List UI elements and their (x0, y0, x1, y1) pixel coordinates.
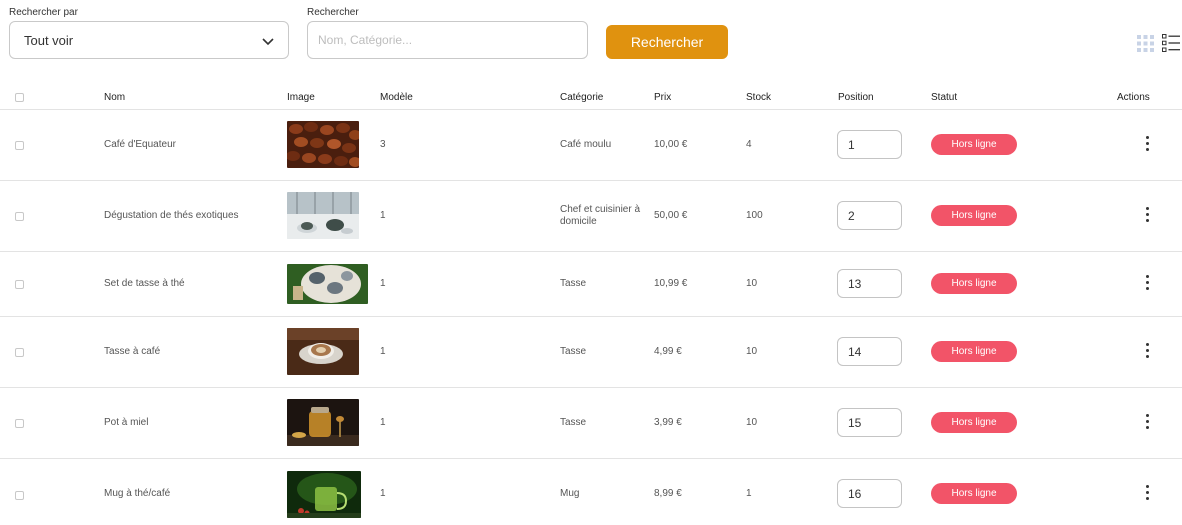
product-price: 8,99 € (654, 488, 682, 499)
product-name: Pot à miel (104, 417, 149, 428)
product-category: Tasse (560, 417, 587, 428)
product-price: 4,99 € (654, 346, 682, 357)
status-badge[interactable]: Hors ligne (931, 205, 1017, 226)
table-row[interactable]: Pot à miel 1 Tasse 3,99 € 10 Hors ligne (0, 388, 1182, 459)
search-button[interactable]: Rechercher (606, 25, 728, 59)
product-price: 50,00 € (654, 210, 688, 221)
kebab-menu-icon[interactable] (1140, 207, 1154, 225)
product-stock: 4 (746, 139, 752, 150)
product-stock: 10 (746, 278, 758, 289)
tea-mug-photo (287, 471, 361, 518)
search-by-select[interactable]: Tout voir (9, 21, 289, 59)
kebab-menu-icon[interactable] (1140, 136, 1154, 154)
product-model: 1 (380, 210, 386, 221)
product-category: Tasse (560, 346, 587, 357)
row-checkbox[interactable] (15, 212, 24, 221)
status-badge[interactable]: Hors ligne (931, 483, 1017, 504)
honey-pot-photo (287, 399, 359, 446)
table-header: Nom Image Modèle Catégorie Prix Stock Po… (0, 83, 1182, 110)
position-input[interactable] (837, 479, 902, 508)
product-category: Chef et cuisinier à domicile (560, 204, 641, 227)
status-badge[interactable]: Hors ligne (931, 273, 1017, 294)
row-checkbox[interactable] (15, 419, 24, 428)
filter-bar: Rechercher par Tout voir Rechercher Rech… (0, 0, 1182, 70)
list-view-icon[interactable] (1162, 34, 1180, 52)
position-input[interactable] (837, 337, 902, 366)
row-checkbox[interactable] (15, 491, 24, 500)
product-category: Mug (560, 488, 580, 499)
row-checkbox[interactable] (15, 280, 24, 289)
product-model: 1 (380, 417, 386, 428)
select-all-checkbox[interactable] (15, 93, 24, 102)
product-stock: 10 (746, 346, 758, 357)
grid-view-icon[interactable] (1137, 35, 1154, 52)
product-category: Café moulu (560, 139, 612, 150)
header-stock: Stock (746, 92, 772, 103)
tea-cup-set-photo (287, 264, 368, 304)
product-model: 1 (380, 346, 386, 357)
product-category: Tasse (560, 278, 587, 289)
table-row[interactable]: Tasse à café 1 Tasse 4,99 € 10 Hors lign… (0, 317, 1182, 388)
status-badge[interactable]: Hors ligne (931, 134, 1017, 155)
product-stock: 100 (746, 210, 763, 221)
product-price: 10,99 € (654, 278, 688, 289)
search-by-value: Tout voir (24, 33, 74, 48)
row-checkbox[interactable] (15, 141, 24, 150)
kebab-menu-icon[interactable] (1140, 414, 1154, 432)
chevron-down-icon (262, 38, 274, 46)
kebab-menu-icon[interactable] (1140, 485, 1154, 503)
product-name: Café d'Equateur (104, 139, 176, 150)
header-image: Image (287, 92, 315, 103)
tea-tasting-photo (287, 192, 359, 239)
position-input[interactable] (837, 269, 902, 298)
header-category: Catégorie (560, 92, 604, 103)
product-stock: 10 (746, 417, 758, 428)
table-row[interactable]: Mug à thé/café 1 Mug 8,99 € 1 Hors ligne (0, 459, 1182, 525)
kebab-menu-icon[interactable] (1140, 275, 1154, 293)
status-badge[interactable]: Hors ligne (931, 341, 1017, 362)
header-price: Prix (654, 92, 672, 103)
search-label: Rechercher (307, 7, 359, 18)
header-name: Nom (104, 92, 126, 103)
position-input[interactable] (837, 130, 902, 159)
table-row[interactable]: Café d'Equateur 3 Café moulu 10,00 € 4 H… (0, 110, 1182, 181)
product-price: 3,99 € (654, 417, 682, 428)
position-input[interactable] (837, 408, 902, 437)
header-model: Modèle (380, 92, 413, 103)
product-model: 3 (380, 139, 386, 150)
product-price: 10,00 € (654, 139, 688, 150)
row-checkbox[interactable] (15, 348, 24, 357)
products-table: Nom Image Modèle Catégorie Prix Stock Po… (0, 83, 1182, 525)
product-name: Dégustation de thés exotiques (104, 210, 239, 221)
header-actions: Actions (1117, 92, 1150, 103)
search-input[interactable] (307, 21, 588, 59)
header-status: Statut (931, 92, 958, 103)
table-row[interactable]: Dégustation de thés exotiques 1 Chef et … (0, 181, 1182, 252)
table-row[interactable]: Set de tasse à thé 1 Tasse 10,99 € 10 Ho… (0, 252, 1182, 317)
product-model: 1 (380, 488, 386, 499)
product-name: Tasse à café (104, 346, 161, 357)
coffee-beans-photo (287, 121, 359, 168)
kebab-menu-icon[interactable] (1140, 343, 1154, 361)
product-name: Mug à thé/café (104, 488, 171, 499)
product-model: 1 (380, 278, 386, 289)
search-by-label: Rechercher par (9, 7, 78, 18)
product-name: Set de tasse à thé (104, 278, 185, 289)
status-badge[interactable]: Hors ligne (931, 412, 1017, 433)
position-input[interactable] (837, 201, 902, 230)
coffee-cup-photo (287, 328, 359, 375)
header-position: Position (838, 92, 874, 103)
product-stock: 1 (746, 488, 752, 499)
